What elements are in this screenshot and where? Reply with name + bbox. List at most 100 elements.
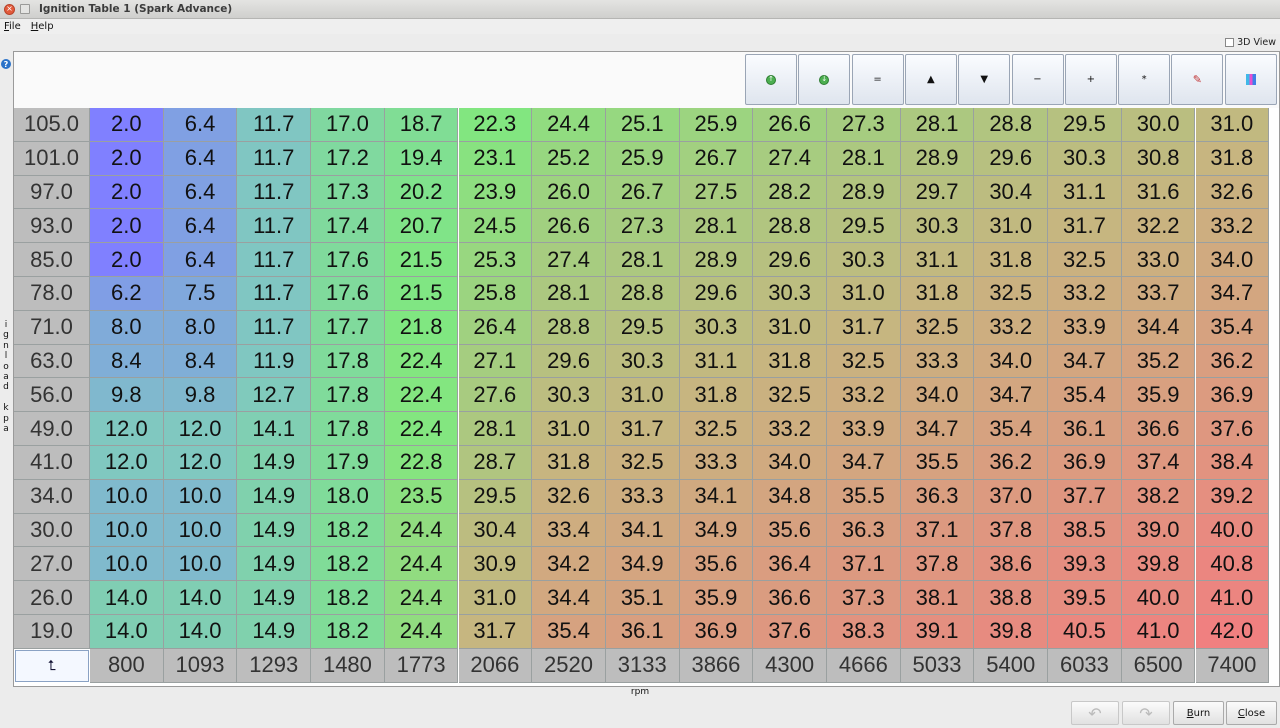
table-cell[interactable]: 12.0 — [163, 412, 238, 446]
table-cell[interactable]: 14.9 — [237, 547, 312, 582]
table-cell[interactable]: 40.0 — [1195, 513, 1270, 548]
table-cell[interactable]: 28.8 — [532, 310, 606, 345]
table-cell[interactable]: 34.9 — [679, 513, 754, 548]
table-cell[interactable]: 27.5 — [679, 175, 754, 210]
table-cell[interactable]: 18.2 — [311, 615, 385, 649]
table-cell[interactable]: 31.6 — [1121, 175, 1196, 210]
table-cell[interactable]: 29.6 — [974, 141, 1049, 176]
table-cell[interactable]: 31.8 — [900, 277, 975, 311]
table-cell[interactable]: 36.9 — [1195, 378, 1270, 413]
table-cell[interactable]: 8.0 — [163, 310, 238, 345]
table-cell[interactable]: 36.1 — [1048, 412, 1122, 446]
subtract-button[interactable]: − — [1011, 54, 1064, 105]
table-cell[interactable]: 33.3 — [605, 479, 680, 514]
close-button[interactable]: Close — [1226, 701, 1277, 725]
table-cell[interactable]: 28.9 — [900, 141, 975, 176]
y-axis-cell[interactable]: 78.0 — [14, 277, 90, 311]
y-axis-cell[interactable]: 101.0 — [14, 141, 90, 176]
table-cell[interactable]: 34.8 — [753, 479, 827, 514]
x-axis-cell[interactable]: 4666 — [827, 648, 901, 683]
table-cell[interactable]: 17.3 — [311, 175, 385, 210]
table-cell[interactable]: 35.5 — [827, 479, 901, 514]
set-equal-button[interactable]: = — [851, 54, 904, 105]
table-cell[interactable]: 31.8 — [679, 378, 754, 413]
table-cell[interactable]: 17.0 — [311, 108, 385, 142]
table-cell[interactable]: 40.5 — [1048, 615, 1122, 649]
table-cell[interactable]: 34.0 — [974, 344, 1049, 379]
table-cell[interactable]: 39.2 — [1195, 479, 1270, 514]
table-cell[interactable]: 31.1 — [1048, 175, 1122, 210]
table-cell[interactable]: 35.6 — [753, 513, 827, 548]
undo-button[interactable]: ↶ — [1071, 701, 1119, 725]
table-cell[interactable]: 31.0 — [1195, 108, 1270, 142]
table-cell[interactable]: 30.3 — [679, 310, 754, 345]
table-cell[interactable]: 37.8 — [900, 547, 975, 582]
table-cell[interactable]: 27.4 — [753, 141, 827, 176]
table-cell[interactable]: 36.6 — [1121, 412, 1196, 446]
table-cell[interactable]: 25.2 — [532, 141, 606, 176]
table-cell[interactable]: 32.5 — [974, 277, 1049, 311]
table-cell[interactable]: 17.2 — [311, 141, 385, 176]
table-cell[interactable]: 29.7 — [900, 175, 975, 210]
table-cell[interactable]: 29.6 — [753, 243, 827, 277]
table-cell[interactable]: 40.8 — [1195, 547, 1270, 582]
table-cell[interactable]: 31.8 — [974, 243, 1049, 277]
table-cell[interactable]: 10.0 — [90, 547, 164, 582]
table-cell[interactable]: 35.2 — [1121, 344, 1196, 379]
table-cell[interactable]: 31.8 — [753, 344, 827, 379]
table-cell[interactable]: 14.1 — [237, 412, 312, 446]
table-cell[interactable]: 36.3 — [900, 479, 975, 514]
table-cell[interactable]: 24.4 — [384, 615, 459, 649]
table-cell[interactable]: 22.4 — [384, 412, 459, 446]
table-cell[interactable]: 32.6 — [532, 479, 606, 514]
axis-swap-button[interactable]: ⮤ — [15, 649, 89, 682]
table-cell[interactable]: 32.5 — [605, 446, 680, 480]
table-cell[interactable]: 32.5 — [679, 412, 754, 446]
table-cell[interactable]: 31.8 — [1195, 141, 1270, 176]
table-cell[interactable]: 38.3 — [827, 615, 901, 649]
table-cell[interactable]: 21.5 — [384, 277, 459, 311]
y-axis-cell[interactable]: 26.0 — [14, 581, 90, 615]
table-cell[interactable]: 32.5 — [1048, 243, 1122, 277]
x-axis-cell[interactable]: 4300 — [753, 648, 827, 683]
table-cell[interactable]: 34.7 — [1195, 277, 1270, 311]
table-cell[interactable]: 28.1 — [458, 412, 533, 446]
table-cell[interactable]: 10.0 — [90, 513, 164, 548]
table-cell[interactable]: 34.4 — [532, 581, 606, 615]
table-cell[interactable]: 34.1 — [605, 513, 680, 548]
table-cell[interactable]: 27.3 — [827, 108, 901, 142]
table-cell[interactable]: 31.7 — [827, 310, 901, 345]
table-cell[interactable]: 24.4 — [532, 108, 606, 142]
table-cell[interactable]: 36.3 — [827, 513, 901, 548]
y-axis-cell[interactable]: 63.0 — [14, 344, 90, 379]
table-cell[interactable]: 29.6 — [679, 277, 754, 311]
table-cell[interactable]: 18.2 — [311, 547, 385, 582]
y-axis-cell[interactable]: 56.0 — [14, 378, 90, 413]
table-cell[interactable]: 33.3 — [679, 446, 754, 480]
table-cell[interactable]: 35.4 — [532, 615, 606, 649]
table-cell[interactable]: 35.4 — [1048, 378, 1122, 413]
table-cell[interactable]: 37.8 — [974, 513, 1049, 548]
table-cell[interactable]: 17.9 — [311, 446, 385, 480]
table-cell[interactable]: 34.0 — [1195, 243, 1270, 277]
table-cell[interactable]: 23.1 — [458, 141, 533, 176]
table-cell[interactable]: 39.1 — [900, 615, 975, 649]
table-cell[interactable]: 26.6 — [532, 209, 606, 244]
y-axis-cell[interactable]: 105.0 — [14, 108, 90, 142]
x-axis-cell[interactable]: 7400 — [1195, 648, 1270, 683]
table-cell[interactable]: 38.6 — [974, 547, 1049, 582]
table-cell[interactable]: 33.7 — [1121, 277, 1196, 311]
table-cell[interactable]: 29.5 — [605, 310, 680, 345]
burn-button[interactable]: Burn — [1173, 701, 1224, 725]
table-cell[interactable]: 23.5 — [384, 479, 459, 514]
table-cell[interactable]: 24.4 — [384, 513, 459, 548]
table-cell[interactable]: 28.1 — [532, 277, 606, 311]
table-cell[interactable]: 37.6 — [753, 615, 827, 649]
x-axis-cell[interactable]: 3133 — [605, 648, 680, 683]
table-cell[interactable]: 35.4 — [1195, 310, 1270, 345]
table-cell[interactable]: 41.0 — [1121, 615, 1196, 649]
x-axis-cell[interactable]: 6033 — [1048, 648, 1122, 683]
table-cell[interactable]: 39.8 — [1121, 547, 1196, 582]
table-cell[interactable]: 30.8 — [1121, 141, 1196, 176]
table-cell[interactable]: 37.1 — [827, 547, 901, 582]
